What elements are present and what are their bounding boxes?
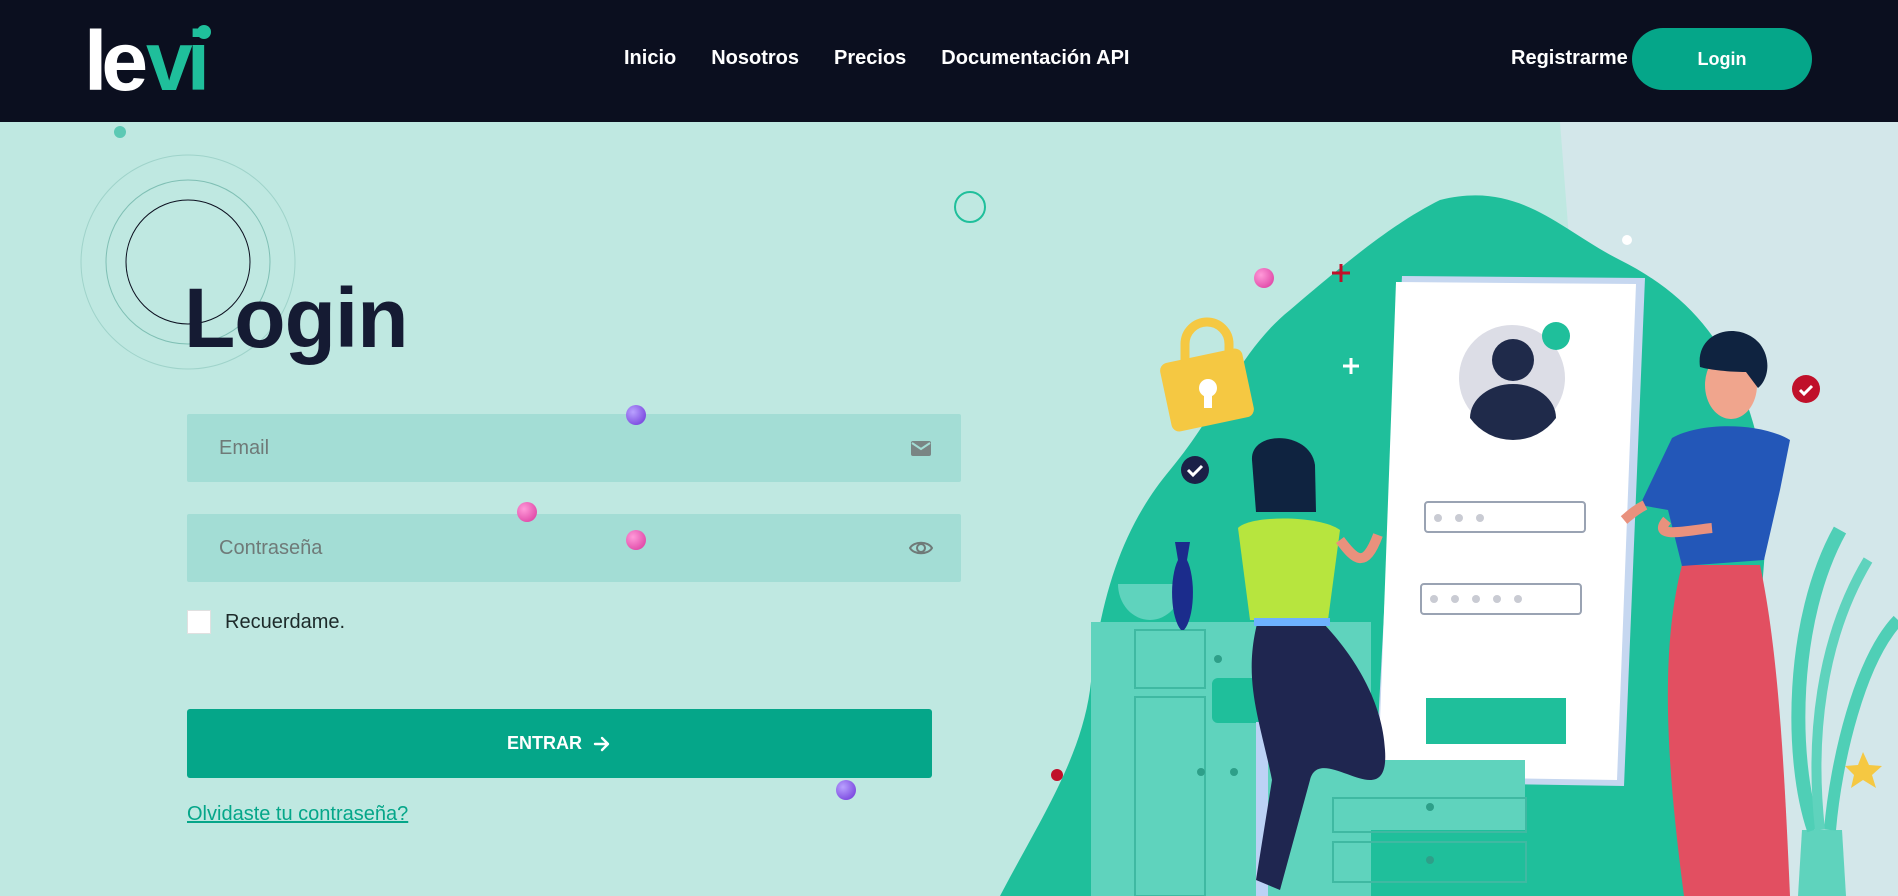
- register-link[interactable]: Registrarme: [1511, 47, 1628, 70]
- svg-text:le: le: [84, 22, 145, 98]
- forgot-password-link[interactable]: Olvidaste tu contraseña?: [187, 803, 408, 826]
- decorative-ball: [626, 530, 646, 550]
- submit-label: ENTRAR: [507, 733, 582, 753]
- remember-checkbox[interactable]: [187, 610, 211, 634]
- svg-text:vi: vi: [146, 22, 205, 98]
- lock-icon: [1160, 317, 1254, 432]
- decorative-ball: [1254, 268, 1274, 288]
- login-illustration: [1000, 122, 1898, 896]
- decorative-ball: [626, 405, 646, 425]
- remember-label: Recuerdame.: [225, 610, 346, 633]
- decorative-ball: [517, 502, 537, 522]
- submit-button[interactable]: ENTRAR: [187, 709, 932, 778]
- main-nav: Inicio Nosotros Precios Documentación AP…: [624, 47, 1129, 70]
- nav-item-nosotros[interactable]: Nosotros: [711, 47, 799, 70]
- envelope-icon: [911, 441, 931, 456]
- password-field: [187, 514, 961, 582]
- top-navbar: le vi Inicio Nosotros Precios Documentac…: [0, 0, 1898, 122]
- email-field: [187, 414, 961, 482]
- nav-item-documentacion-api[interactable]: Documentación API: [941, 47, 1129, 70]
- email-input[interactable]: [187, 414, 961, 482]
- remember-me[interactable]: Recuerdame.: [187, 610, 345, 634]
- nav-item-inicio[interactable]: Inicio: [624, 47, 676, 70]
- password-input[interactable]: [187, 514, 961, 582]
- nav-item-precios[interactable]: Precios: [834, 47, 906, 70]
- page-title: Login: [184, 271, 409, 365]
- decorative-ball: [836, 780, 856, 800]
- arrow-right-icon: [593, 736, 610, 751]
- header-login-button[interactable]: Login: [1632, 28, 1812, 90]
- eye-icon[interactable]: [909, 536, 933, 560]
- levi-logo[interactable]: le vi: [84, 22, 214, 98]
